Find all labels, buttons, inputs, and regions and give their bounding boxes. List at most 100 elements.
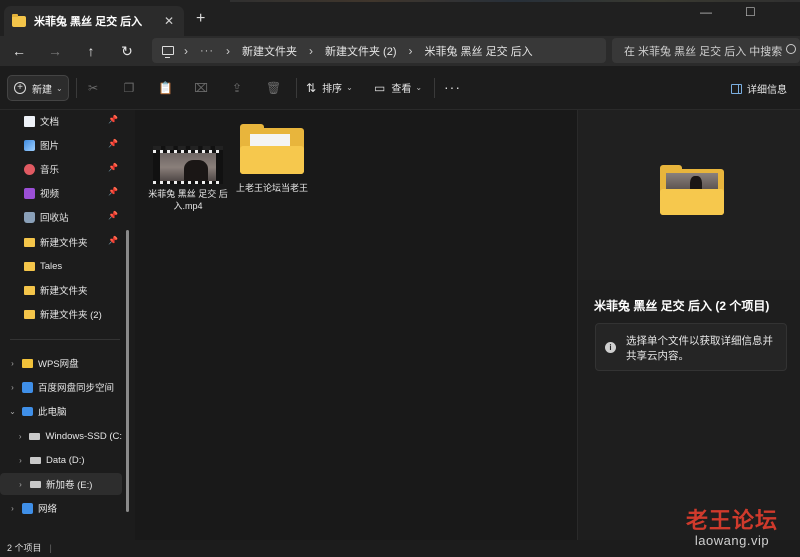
folder-icon [24, 285, 35, 295]
folder-icon [240, 124, 304, 176]
plus-circle-icon: + [14, 82, 26, 94]
tab-current-folder[interactable]: 米菲兔 黑丝 足交 后入 ✕ [4, 6, 184, 36]
new-tab-button[interactable]: + [196, 11, 205, 27]
sidebar-item-label: 音乐 [40, 165, 60, 176]
forward-arrow-icon[interactable]: → [47, 43, 63, 59]
status-bar: 2 个项目 | [0, 540, 800, 557]
chevron-right-icon[interactable]: › [8, 383, 17, 392]
details-info-box: i 选择单个文件以获取详细信息并共享云内容。 [595, 323, 787, 371]
drive-icon [29, 432, 41, 440]
baidu-cloud-icon [22, 381, 33, 393]
new-button-label: 新建 [32, 84, 52, 96]
this-pc-icon [22, 406, 33, 416]
up-arrow-icon[interactable]: ↑ [83, 43, 99, 59]
sidebar-item-label: 新建文件夹 (2) [40, 310, 102, 321]
sidebar-item-drive-d[interactable]: › Data (D:) [0, 449, 122, 471]
address-bar[interactable]: › ··· › 新建文件夹 › 新建文件夹 (2) › 米菲兔 黑丝 足交 后入 [152, 38, 606, 63]
watermark-title: 老王论坛 [686, 508, 779, 534]
sidebar-item-wps[interactable]: › WPS网盘 [0, 352, 122, 374]
sidebar-item-label: Tales [40, 260, 63, 272]
info-icon: i [605, 342, 616, 353]
sidebar-item-network[interactable]: › 网络 [0, 497, 122, 519]
cut-icon[interactable]: ✂ [86, 81, 100, 95]
chevron-right-icon: › [408, 43, 413, 58]
title-bar: 米菲兔 黑丝 足交 后入 ✕ + — ☐ [0, 0, 800, 36]
desktop-strip [230, 0, 800, 2]
file-name: 米菲兔 黑丝 足交 后入.mp4 [148, 189, 228, 211]
rename-icon[interactable]: ⌧ [194, 81, 208, 95]
sidebar-item-folder-2[interactable]: 新建文件夹 (2) [0, 303, 122, 325]
breadcrumb-item[interactable]: 新建文件夹 (2) [325, 43, 397, 59]
chevron-right-icon[interactable]: › [16, 480, 25, 489]
pin-icon: 📌 [108, 236, 118, 245]
pin-icon: 📌 [108, 115, 118, 124]
pin-icon: 📌 [108, 187, 118, 196]
sidebar-item-baidu[interactable]: › 百度网盘同步空间 [0, 376, 122, 398]
sidebar-item-documents[interactable]: 文档 📌 [0, 110, 122, 132]
sidebar-item-this-pc[interactable]: ⌄ 此电脑 [0, 400, 122, 422]
videos-icon [24, 187, 35, 199]
sidebar-item-label: 新建文件夹 [40, 286, 88, 297]
share-icon[interactable]: ⇪ [230, 81, 244, 95]
documents-icon [24, 115, 35, 127]
chevron-right-icon[interactable]: › [16, 432, 24, 441]
drive-icon [30, 456, 41, 464]
pin-icon: 📌 [108, 139, 118, 148]
details-pane-button[interactable]: 详细信息 [731, 81, 787, 96]
details-pane-icon [731, 83, 742, 94]
copy-icon[interactable]: ❐ [122, 81, 136, 95]
file-list: 米菲兔 黑丝 足交 后入.mp4 上老王论坛当老王 [136, 110, 576, 540]
status-separator: | [49, 543, 52, 553]
details-title: 米菲兔 黑丝 足交 后入 (2 个项目) [594, 299, 770, 313]
more-options-button[interactable]: ··· [444, 79, 461, 95]
sidebar-item-label: 新建文件夹 [40, 238, 88, 249]
sidebar-item-label: WPS网盘 [38, 359, 79, 370]
file-item[interactable]: 米菲兔 黑丝 足交 后入.mp4 [148, 146, 228, 212]
item-count: 2 个项目 [7, 543, 42, 553]
chevron-right-icon[interactable]: › [16, 456, 25, 465]
search-input[interactable]: 在 米菲兔 黑丝 足交 后入 中搜索 [612, 38, 800, 63]
chevron-down-icon[interactable]: ⌄ [8, 407, 17, 416]
sidebar-item-pictures[interactable]: 图片 📌 [0, 134, 122, 156]
sidebar-item-drive-c[interactable]: › Windows-SSD (C: [0, 425, 122, 447]
sidebar-scrollbar[interactable] [126, 230, 129, 512]
this-pc-icon [162, 46, 174, 58]
sort-button[interactable]: ⇅ 排序 ⌄ [306, 80, 353, 96]
sidebar-item-videos[interactable]: 视频 📌 [0, 182, 122, 204]
delete-icon[interactable]: 🗑 [266, 81, 281, 95]
wps-cloud-icon [22, 358, 33, 368]
back-arrow-icon[interactable]: ← [11, 43, 27, 59]
pin-icon: 📌 [108, 163, 118, 172]
refresh-icon[interactable]: ↻ [119, 43, 135, 59]
pin-icon: 📌 [108, 211, 118, 220]
chevron-right-icon[interactable]: › [8, 504, 17, 513]
preview-area [578, 110, 800, 280]
watermark-url: laowang.vip [694, 533, 770, 548]
sidebar-item-label: 图片 [40, 141, 60, 152]
sidebar-item-folder[interactable]: 新建文件夹 📌 [0, 231, 122, 253]
minimize-button[interactable]: — [700, 5, 712, 19]
sidebar-item-tales[interactable]: Tales [0, 255, 122, 277]
chevron-right-icon[interactable]: › [8, 359, 17, 368]
chevron-right-icon: › [309, 43, 313, 58]
sidebar-item-music[interactable]: 音乐 📌 [0, 158, 122, 180]
sidebar-item-label: 新加卷 (E:) [46, 480, 93, 491]
sidebar-item-recycle-bin[interactable]: 回收站 📌 [0, 206, 122, 228]
breadcrumb-item[interactable]: 新建文件夹 [242, 43, 297, 59]
view-label: 查看 [391, 84, 412, 95]
breadcrumb-more[interactable]: ··· [200, 45, 214, 57]
sort-icon: ⇅ [306, 80, 317, 95]
view-button[interactable]: ▭ 查看 ⌄ [374, 80, 422, 96]
sidebar-item-folder[interactable]: 新建文件夹 [0, 279, 122, 301]
breadcrumb-item[interactable]: 米菲兔 黑丝 足交 后入 [425, 43, 533, 59]
paste-icon[interactable]: 📋 [158, 81, 173, 95]
sidebar-item-drive-e[interactable]: › 新加卷 (E:) [0, 473, 122, 495]
chevron-down-icon: ⌄ [346, 83, 353, 92]
close-tab-icon[interactable]: ✕ [162, 14, 176, 28]
recycle-bin-icon [24, 211, 35, 223]
new-button[interactable]: + 新建 ⌄ [7, 75, 69, 101]
details-info-text: 选择单个文件以获取详细信息并共享云内容。 [626, 335, 773, 362]
video-frame [160, 152, 216, 184]
folder-item[interactable]: 上老王论坛当老王 [232, 124, 312, 194]
maximize-button[interactable]: ☐ [745, 5, 756, 19]
